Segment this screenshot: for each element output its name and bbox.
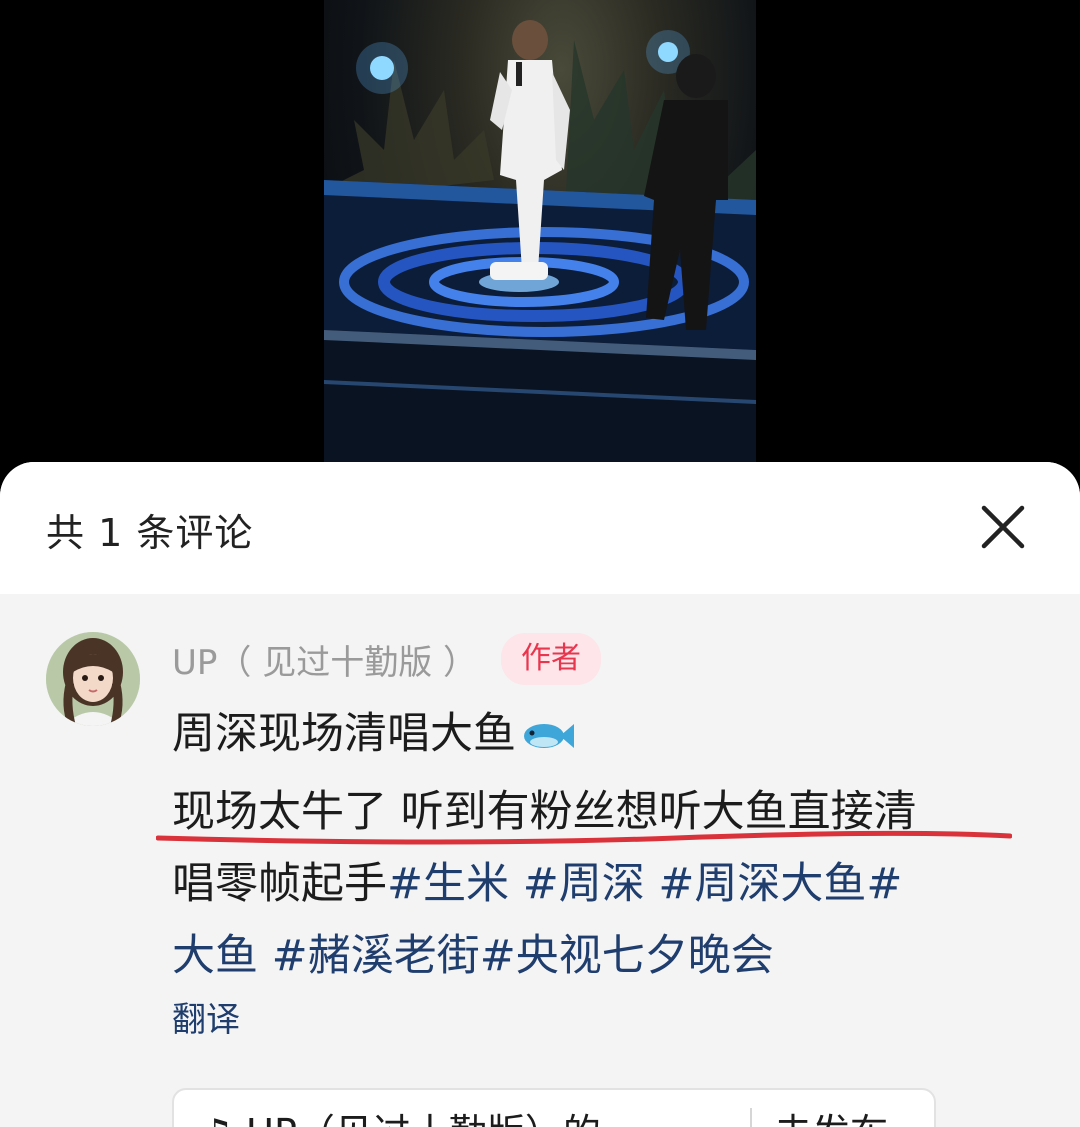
close-button[interactable] (976, 500, 1030, 554)
comment-line-3-text: 唱零帧起手 (172, 859, 387, 909)
reply-input-placeholder[interactable]: ♫ UP（见过十勤版）的... (200, 1102, 637, 1127)
hashtag-link[interactable]: #周深 (523, 859, 645, 909)
hashtag-link[interactable]: #赭溪老街 (272, 931, 480, 981)
hashtag-link[interactable]: #央视七夕晚会 (480, 931, 774, 981)
comment-line-1: 周深现场清唱大鱼 (172, 698, 1042, 776)
reply-input-text: UP（见过十勤版）的... (246, 1111, 637, 1127)
music-note-icon: ♫ (200, 1111, 234, 1127)
translate-link[interactable]: 翻译 (172, 992, 240, 1041)
publish-button[interactable]: 去发布 (774, 1102, 888, 1127)
author-name[interactable]: UP（ 见过十勤版 ） (172, 635, 477, 684)
avatar[interactable] (46, 632, 140, 726)
hashtag-link[interactable]: #生米 (387, 859, 509, 909)
video-player[interactable] (0, 0, 1080, 470)
divider (750, 1108, 752, 1127)
author-row: UP（ 见过十勤版 ） 作者 (172, 633, 602, 685)
comment-line-2: 现场太牛了 听到有粉丝想听大鱼直接清 (156, 776, 1042, 848)
comment-line-1-text: 周深现场清唱大鱼 (172, 709, 516, 759)
video-frame[interactable] (324, 0, 756, 462)
hashtag-link[interactable]: #周深大鱼# (658, 859, 902, 909)
stage-scene-image (324, 0, 756, 462)
comment-line-2-text: 现场太牛了 听到有粉丝想听大鱼直接清 (172, 787, 917, 837)
comment-line-3: 唱零帧起手#生米 #周深 #周深大鱼# (172, 848, 1042, 920)
author-badge: 作者 (501, 633, 602, 685)
reply-input-card[interactable]: ♫ UP（见过十勤版）的... 去发布 (172, 1088, 936, 1127)
comment-line-4: 大鱼 #赭溪老街#央视七夕晚会 (172, 920, 1042, 992)
hashtag-link[interactable]: 大鱼 (172, 931, 258, 981)
comment-text: 周深现场清唱大鱼 现场太牛了 听到有粉丝想听大鱼直接清 唱零帧起手#生米 #周深… (156, 698, 1042, 992)
close-icon[interactable] (976, 500, 1030, 554)
comment-count-title: 共 1 条评论 (46, 511, 254, 555)
fish-emoji-icon (520, 704, 576, 776)
avatar-image (46, 632, 140, 726)
comment-sheet-header: 共 1 条评论 (0, 462, 1080, 594)
comment-sheet: 共 1 条评论 UP（ 见过十勤版 ） 作者 周深现场清唱大鱼 现场太牛了 听到… (0, 462, 1080, 1127)
comment-item: UP（ 见过十勤版 ） 作者 周深现场清唱大鱼 现场太牛了 听到有粉丝想听大鱼直… (0, 594, 1080, 1127)
